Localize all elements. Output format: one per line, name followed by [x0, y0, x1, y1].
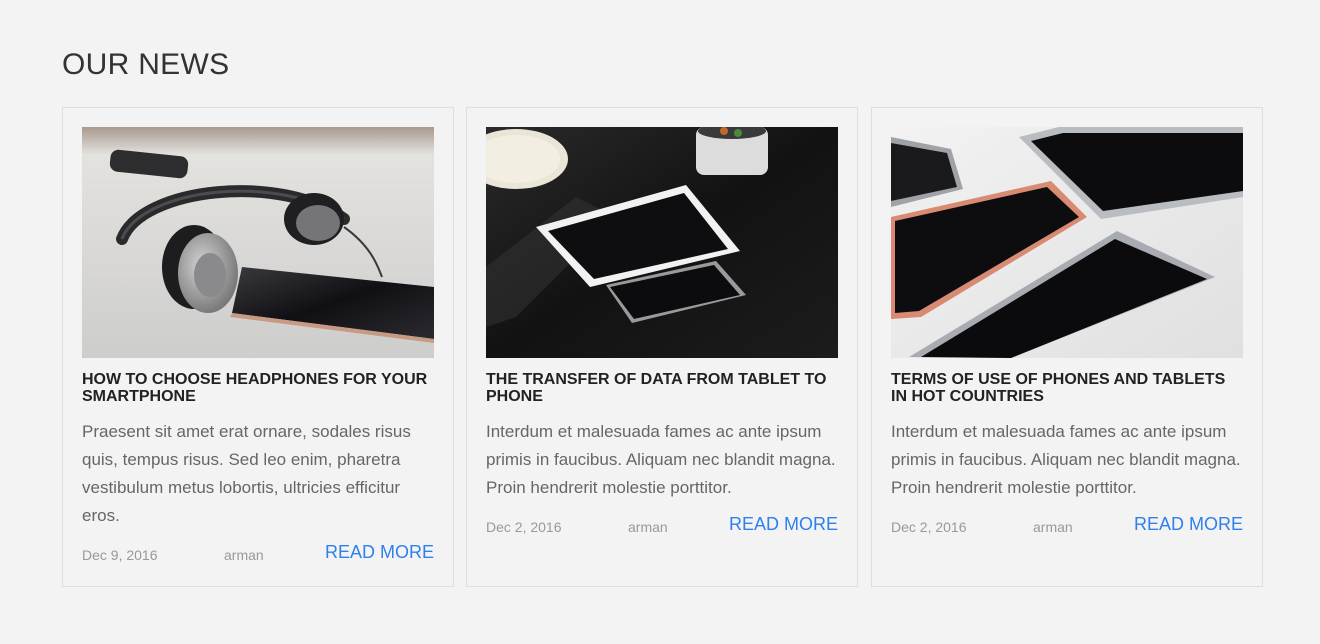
post-author[interactable]: arman: [1033, 519, 1073, 535]
news-card: HOW TO CHOOSE HEADPHONES FOR YOUR SMARTP…: [62, 107, 454, 587]
news-card: THE TRANSFER OF DATA FROM TABLET TO PHON…: [466, 107, 858, 587]
post-excerpt: Praesent sit amet erat ornare, sodales r…: [82, 422, 411, 525]
read-more-link[interactable]: READ MORE: [1134, 514, 1243, 535]
post-date: Dec 2, 2016: [891, 519, 967, 535]
post-meta: Dec 2, 2016 arman READ MORE: [891, 514, 1243, 538]
post-author[interactable]: arman: [224, 547, 264, 563]
post-image-headphones[interactable]: [82, 127, 434, 358]
post-image-phones-tablets[interactable]: [891, 127, 1243, 358]
read-more-link[interactable]: READ MORE: [729, 514, 838, 535]
post-author[interactable]: arman: [628, 519, 668, 535]
post-date: Dec 2, 2016: [486, 519, 562, 535]
post-title[interactable]: THE TRANSFER OF DATA FROM TABLET TO PHON…: [486, 371, 838, 405]
post-image-tablet-phone[interactable]: [486, 127, 838, 358]
post-meta: Dec 9, 2016 arman READ MORE: [82, 542, 434, 566]
news-card: TERMS OF USE OF PHONES AND TABLETS IN HO…: [871, 107, 1263, 587]
post-meta: Dec 2, 2016 arman READ MORE: [486, 514, 838, 538]
read-more-link[interactable]: READ MORE: [325, 542, 434, 563]
news-section: OUR NEWS HOW TO CHOOSE HEADPHONES FOR YO…: [0, 0, 1320, 644]
post-title[interactable]: TERMS OF USE OF PHONES AND TABLETS IN HO…: [891, 371, 1243, 405]
post-excerpt: Interdum et malesuada fames ac ante ipsu…: [891, 422, 1241, 497]
post-excerpt: Interdum et malesuada fames ac ante ipsu…: [486, 422, 836, 497]
post-date: Dec 9, 2016: [82, 547, 158, 563]
section-heading: OUR NEWS: [62, 48, 230, 81]
post-title[interactable]: HOW TO CHOOSE HEADPHONES FOR YOUR SMARTP…: [82, 371, 434, 405]
